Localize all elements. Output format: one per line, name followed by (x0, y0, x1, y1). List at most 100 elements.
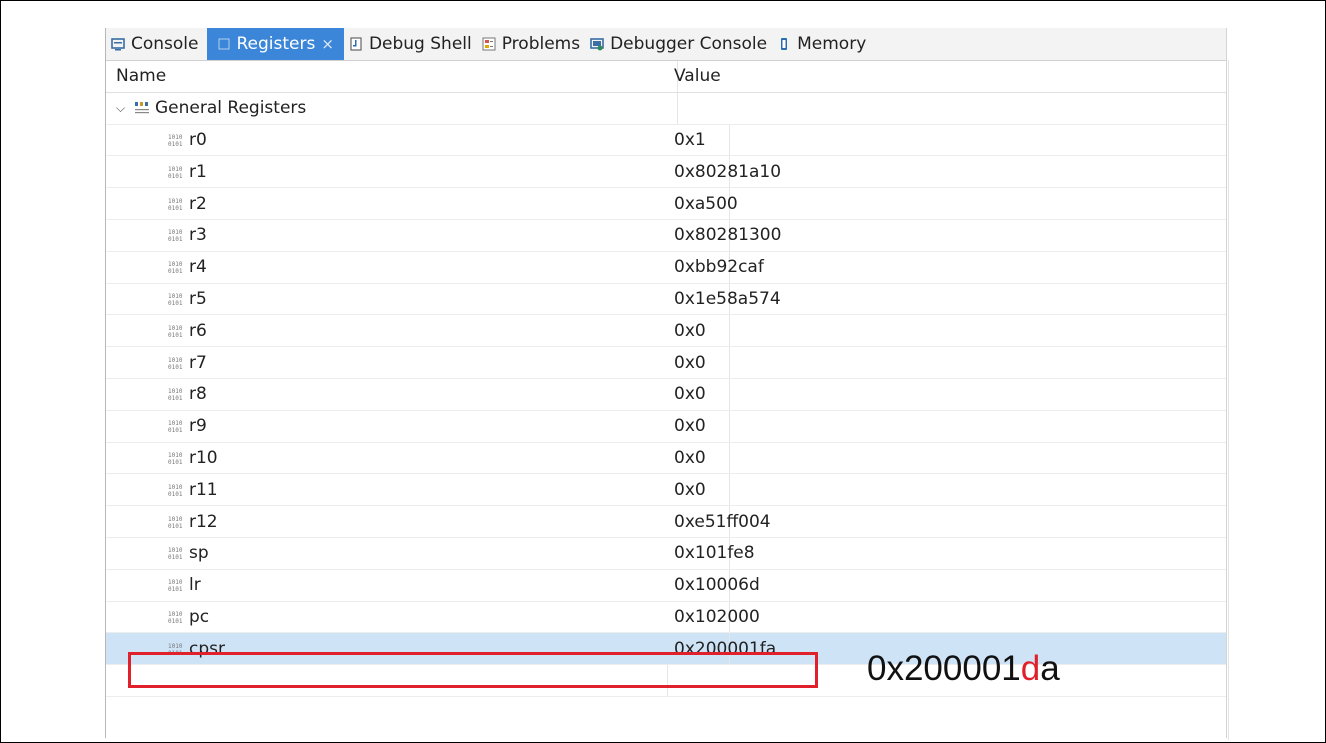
register-icon: 10100101 (168, 229, 183, 242)
register-row-r6[interactable]: 1010 0101 r6 0x0 (106, 315, 1226, 348)
register-value[interactable]: 0x80281a10 (674, 162, 781, 182)
svg-text:0101: 0101 (168, 554, 183, 560)
register-group-icon (135, 102, 149, 114)
tab-problems[interactable]: Problems (477, 28, 585, 60)
svg-text:0101: 0101 (168, 459, 183, 465)
memory-icon (781, 38, 788, 50)
svg-text:1010: 1010 (168, 420, 183, 427)
close-icon[interactable]: × (321, 35, 334, 53)
tab-memory[interactable]: Memory (772, 28, 871, 60)
register-value[interactable]: 0x0 (674, 416, 706, 436)
register-name: r2 (189, 193, 207, 214)
register-name: r3 (189, 225, 207, 246)
registers-view-panel: Console Registers × Debug Shell Problems… (105, 28, 1227, 738)
register-value[interactable]: 0x0 (674, 448, 706, 468)
svg-text:1010: 1010 (168, 198, 183, 205)
register-value[interactable]: 0x0 (674, 353, 706, 373)
register-icon: 10100101 (168, 293, 183, 306)
register-value[interactable]: 0x80281300 (674, 225, 781, 245)
register-value[interactable]: 0x0 (674, 480, 706, 500)
svg-text:1010: 1010 (168, 547, 183, 554)
register-row-r8[interactable]: 1010 0101 r8 0x0 (106, 378, 1226, 411)
register-row-r12[interactable]: 1010 0101 r12 0xe51ff004 (106, 506, 1226, 538)
register-row-r0[interactable]: 1010 0101 r0 0x1 (106, 124, 1226, 157)
register-name: r12 (189, 511, 218, 532)
register-icon: 10100101 (168, 166, 183, 179)
svg-text:1010: 1010 (168, 229, 183, 236)
register-value[interactable]: 0x101fe8 (674, 543, 755, 563)
register-icon: 10100101 (168, 261, 183, 274)
chevron-down-icon[interactable]: ⌵ (116, 101, 134, 116)
svg-text:0101: 0101 (168, 236, 183, 242)
tab-registers-label: Registers (236, 34, 316, 54)
debugger-console-icon (590, 38, 604, 51)
register-value[interactable]: 0xe51ff004 (674, 512, 771, 532)
register-value[interactable]: 0x1 (674, 130, 706, 150)
tab-debug-shell-label: Debug Shell (368, 34, 472, 54)
view-tab-bar: Console Registers × Debug Shell Problems… (106, 28, 1226, 61)
svg-text:0101: 0101 (168, 205, 183, 211)
register-row-r5[interactable]: 1010 0101 r5 0x1e58a574 (106, 283, 1226, 316)
register-name: pc (189, 606, 210, 627)
register-group-row[interactable]: ⌵ General Registers (106, 92, 1226, 125)
register-row-r2[interactable]: 1010 0101 r2 0xa500 (106, 188, 1226, 220)
register-icon: 10100101 (168, 484, 183, 497)
register-value[interactable]: 0x1e58a574 (674, 289, 781, 309)
annotation-prefix: 0x200001 (867, 649, 1021, 688)
tab-registers[interactable]: Registers × (206, 28, 344, 60)
register-group-label: General Registers (155, 98, 307, 119)
register-row-pc[interactable]: 1010 0101 pc 0x102000 (106, 601, 1226, 634)
register-icon: 10100101 (168, 579, 183, 592)
annotation-highlight: d (1020, 649, 1041, 688)
register-name: r0 (189, 129, 207, 150)
register-name: r11 (189, 479, 218, 500)
register-value[interactable]: 0xa500 (674, 194, 738, 214)
svg-text:1010: 1010 (168, 325, 183, 332)
register-name: r6 (189, 320, 207, 341)
tab-debug-shell[interactable]: Debug Shell (344, 28, 477, 60)
column-header-value[interactable]: Value (668, 61, 1226, 92)
register-icon: 10100101 (168, 516, 183, 529)
register-row-r10[interactable]: 1010 0101 r10 0x0 (106, 442, 1226, 475)
register-row-r1[interactable]: 1010 0101 r1 0x80281a10 (106, 156, 1226, 189)
svg-text:1010: 1010 (168, 452, 183, 459)
tab-console[interactable]: Console (106, 28, 204, 60)
column-header-name[interactable]: Name (106, 61, 678, 92)
register-name: lr (189, 575, 201, 596)
register-row-r4[interactable]: 1010 0101 r4 0xbb92caf (106, 251, 1226, 284)
tab-memory-label: Memory (797, 34, 867, 54)
register-value[interactable]: 0x0 (674, 321, 706, 341)
register-row-r3[interactable]: 1010 0101 r3 0x80281300 (106, 219, 1226, 252)
register-icon: 10100101 (168, 611, 183, 624)
register-icon: 10100101 (168, 388, 183, 401)
register-row-r9[interactable]: 1010 0101 r9 0x0 (106, 410, 1226, 443)
register-row-lr[interactable]: 1010 0101 lr 0x10006d (106, 569, 1226, 602)
register-icon: 10100101 (168, 198, 183, 211)
register-value[interactable]: 0x0 (674, 384, 706, 404)
register-name: r7 (189, 352, 207, 373)
register-value[interactable]: 0xbb92caf (674, 257, 764, 277)
annotation-suffix: a (1040, 649, 1060, 688)
svg-text:0101: 0101 (168, 427, 183, 433)
svg-text:0101: 0101 (168, 173, 183, 179)
register-value[interactable]: 0x102000 (674, 607, 760, 627)
register-name: r4 (189, 257, 207, 278)
register-row-r7[interactable]: 1010 0101 r7 0x0 (106, 347, 1226, 379)
tab-debugger-console[interactable]: Debugger Console (585, 28, 772, 60)
svg-text:1010: 1010 (168, 293, 183, 300)
svg-text:0101: 0101 (168, 395, 183, 401)
svg-text:1010: 1010 (168, 134, 183, 141)
register-row-sp[interactable]: 1010 0101 sp 0x101fe8 (106, 537, 1226, 570)
cpsr-highlight-box (128, 652, 818, 688)
svg-text:1010: 1010 (168, 516, 183, 523)
register-value[interactable]: 0x10006d (674, 575, 760, 595)
svg-text:1010: 1010 (168, 643, 183, 650)
svg-text:0101: 0101 (168, 586, 183, 592)
debug-shell-icon (350, 37, 362, 51)
svg-text:0101: 0101 (168, 364, 183, 370)
register-name: r10 (189, 447, 218, 468)
register-icon: 10100101 (168, 420, 183, 433)
column-divider (1228, 60, 1229, 740)
register-row-r11[interactable]: 1010 0101 r11 0x0 (106, 474, 1226, 507)
register-name: r5 (189, 288, 207, 309)
